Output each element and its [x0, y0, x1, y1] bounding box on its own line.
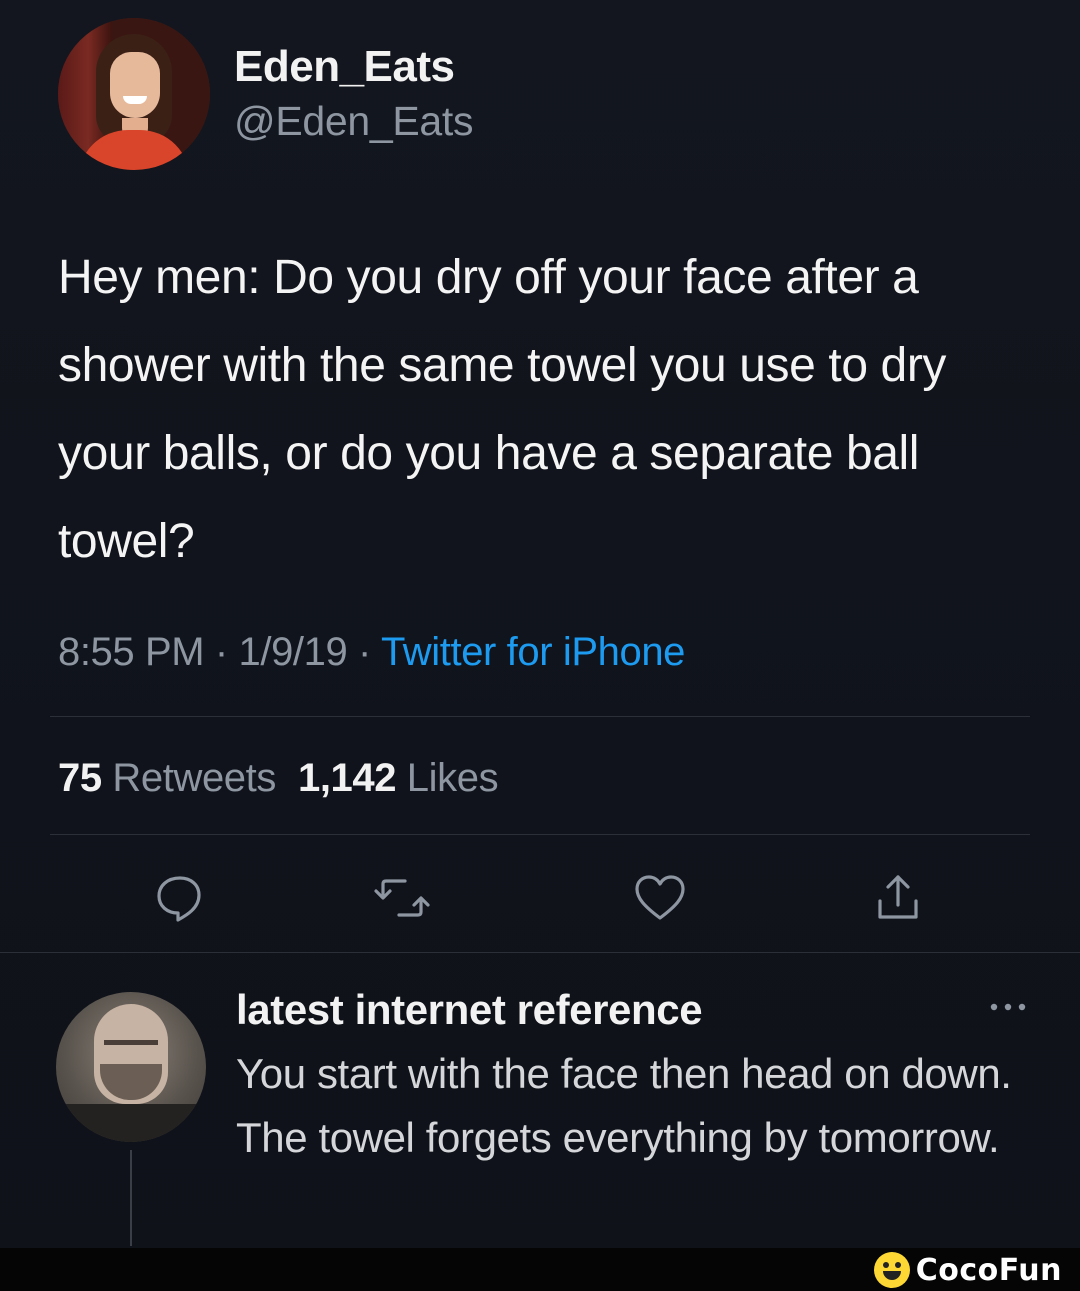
meta-separator: · [347, 630, 381, 674]
thread-line [130, 1150, 132, 1246]
cocofun-brand: CocoFun [915, 1252, 1062, 1288]
author-display-name[interactable]: Eden_Eats [234, 42, 455, 92]
tweet-time: 8:55 PM [58, 630, 205, 674]
tweet-text: Hey men: Do you dry off your face after … [58, 251, 947, 568]
more-options-icon[interactable] [984, 994, 1032, 1020]
tweet-screen: Eden_Eats @Eden_Eats Hey men: Do you dry… [0, 0, 1080, 1291]
retweets-count: 75 [58, 756, 102, 800]
divider [0, 952, 1080, 953]
reply-icon [153, 872, 207, 924]
reply-button[interactable] [150, 870, 210, 926]
reply-author-name[interactable]: latest internet reference [236, 986, 703, 1034]
reply-text: You start with the face then head on dow… [236, 1050, 1012, 1161]
retweets-label: Retweets [112, 756, 276, 800]
like-icon [632, 872, 688, 924]
like-button[interactable] [630, 870, 690, 926]
share-button[interactable] [868, 870, 928, 926]
divider [50, 834, 1030, 835]
likes-stat[interactable]: 1,142 Likes [297, 756, 499, 800]
author-avatar[interactable] [58, 18, 210, 170]
reply-author-avatar[interactable] [56, 992, 206, 1142]
tweet-source-link[interactable]: Twitter for iPhone [381, 630, 685, 674]
share-icon [872, 871, 924, 925]
retweet-icon [373, 872, 431, 924]
retweets-stat[interactable]: 75 Retweets [58, 756, 276, 800]
likes-count: 1,142 [297, 756, 397, 800]
divider [50, 716, 1030, 717]
cocofun-watermark: CocoFun [873, 1252, 1062, 1288]
retweet-button[interactable] [372, 870, 432, 926]
meta-separator: · [204, 630, 239, 674]
author-handle[interactable]: @Eden_Eats [234, 98, 474, 145]
tweet-meta: 8:55 PM · 1/9/19 · Twitter for iPhone [58, 630, 685, 675]
tweet-stats: 75 Retweets 1,142 Likes [58, 756, 499, 801]
cocofun-logo-icon [873, 1252, 910, 1288]
tweet-date: 1/9/19 [238, 630, 348, 674]
likes-label: Likes [406, 756, 499, 800]
